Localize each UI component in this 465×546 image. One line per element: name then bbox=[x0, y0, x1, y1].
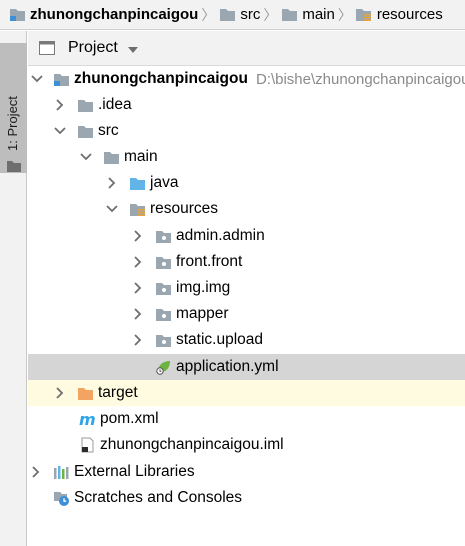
folder-icon bbox=[102, 149, 120, 165]
chevron-right-icon[interactable] bbox=[104, 175, 120, 191]
breadcrumb-separator: 〉 bbox=[263, 6, 278, 23]
tree-node-label: .idea bbox=[98, 96, 132, 113]
tree-node-label: External Libraries bbox=[74, 463, 195, 480]
maven-icon: m bbox=[78, 411, 96, 427]
svg-text:m: m bbox=[79, 412, 96, 427]
tree-node-label: img.img bbox=[176, 279, 231, 296]
tool-window-stripe: 1: Project bbox=[0, 31, 27, 546]
tree-node-label: resources bbox=[150, 200, 219, 217]
tree-node-label: mapper bbox=[176, 305, 229, 322]
chevron-right-icon[interactable] bbox=[52, 385, 68, 401]
breadcrumb-item-project[interactable]: zhunongchanpincaigou bbox=[8, 0, 199, 29]
tree-node-scratches[interactable]: Scratches and Consoles bbox=[28, 485, 465, 511]
breadcrumb-separator: 〉 bbox=[201, 6, 216, 23]
chevron-right-icon[interactable] bbox=[130, 254, 146, 270]
folder-icon bbox=[218, 7, 236, 23]
tree-node-path: D:\bishe\zhunongchanpincaigou bbox=[255, 70, 465, 88]
tree-node-resources[interactable]: resources bbox=[28, 196, 465, 222]
chevron-right-icon[interactable] bbox=[130, 280, 146, 296]
chevron-down-icon[interactable] bbox=[78, 149, 94, 165]
tree-node-label: java bbox=[150, 174, 179, 191]
package-folder-icon bbox=[154, 306, 172, 322]
chevron-right-icon[interactable] bbox=[28, 464, 44, 480]
tree-node-label: pom.xml bbox=[100, 410, 159, 427]
tree-node-img[interactable]: img.img bbox=[28, 275, 465, 301]
folder-icon bbox=[76, 123, 94, 139]
package-folder-icon bbox=[154, 332, 172, 348]
breadcrumb-item-resources[interactable]: resources bbox=[355, 0, 443, 29]
breadcrumb-label: main bbox=[302, 6, 335, 23]
project-panel-title[interactable]: Project bbox=[68, 39, 118, 57]
project-panel-header: Project bbox=[28, 31, 465, 66]
tree-node-main[interactable]: main bbox=[28, 144, 465, 170]
excluded-folder-icon bbox=[76, 385, 94, 401]
chevron-down-icon[interactable] bbox=[31, 71, 43, 87]
module-file-icon bbox=[78, 437, 96, 453]
breadcrumb-label: resources bbox=[376, 6, 443, 23]
tree-node-mapper[interactable]: mapper bbox=[28, 301, 465, 327]
resources-folder-icon bbox=[128, 201, 146, 217]
tree-node-label: src bbox=[98, 122, 119, 139]
breadcrumb-separator: 〉 bbox=[337, 6, 352, 23]
chevron-right-icon[interactable] bbox=[52, 97, 68, 113]
chevron-down-icon[interactable] bbox=[52, 123, 68, 139]
tree-node-label: static.upload bbox=[176, 331, 264, 348]
tree-node-idea[interactable]: .idea bbox=[28, 92, 465, 118]
tree-node-static[interactable]: static.upload bbox=[28, 327, 465, 353]
project-tool-label: 1: Project bbox=[5, 96, 20, 151]
tree-node-label: zhunongchanpincaigou.iml bbox=[100, 436, 284, 453]
breadcrumb-label: src bbox=[240, 6, 261, 23]
tree-node-label: target bbox=[98, 384, 138, 401]
tree-node-src[interactable]: src bbox=[28, 118, 465, 144]
folder-icon bbox=[76, 97, 94, 113]
tree-node-application-yml[interactable]: application.yml bbox=[28, 354, 465, 380]
chevron-right-icon[interactable] bbox=[130, 228, 146, 244]
package-folder-icon bbox=[154, 228, 172, 244]
folder-icon bbox=[280, 7, 298, 23]
module-folder-icon bbox=[53, 71, 70, 87]
tree-node-target[interactable]: target bbox=[28, 380, 465, 406]
tree-node-external-libraries[interactable]: External Libraries bbox=[28, 459, 465, 485]
tree-node-admin[interactable]: admin.admin bbox=[28, 223, 465, 249]
chevron-down-icon[interactable] bbox=[127, 40, 138, 57]
tree-node-java[interactable]: java bbox=[28, 170, 465, 196]
resources-folder-icon bbox=[355, 7, 373, 23]
breadcrumb-item-main[interactable]: main bbox=[280, 0, 335, 29]
source-folder-icon bbox=[128, 175, 146, 191]
navigation-bar: zhunongchanpincaigou 〉 src 〉 main 〉 reso… bbox=[0, 0, 465, 30]
library-icon bbox=[52, 464, 70, 480]
project-folder-icon bbox=[7, 159, 21, 176]
chevron-right-icon[interactable] bbox=[130, 332, 146, 348]
project-tool-button[interactable]: 1: Project bbox=[0, 43, 27, 173]
package-folder-icon bbox=[154, 280, 172, 296]
spring-config-icon bbox=[154, 359, 172, 375]
breadcrumb-label: zhunongchanpincaigou bbox=[30, 6, 199, 23]
tree-node-label: Scratches and Consoles bbox=[74, 489, 243, 506]
chevron-right-icon[interactable] bbox=[130, 306, 146, 322]
tree-node-root[interactable]: zhunongchanpincaigou D:\bishe\zhunongcha… bbox=[28, 66, 465, 92]
tree-node-label: admin.admin bbox=[176, 227, 265, 244]
scratches-icon bbox=[52, 490, 70, 506]
project-view-icon bbox=[38, 40, 56, 56]
tree-node-front[interactable]: front.front bbox=[28, 249, 465, 275]
tree-node-pom[interactable]: m pom.xml bbox=[28, 406, 465, 432]
tree-node-label: zhunongchanpincaigou bbox=[74, 70, 248, 87]
tree-node-label: application.yml bbox=[176, 358, 279, 375]
tree-node-iml[interactable]: zhunongchanpincaigou.iml bbox=[28, 432, 465, 458]
package-folder-icon bbox=[154, 254, 172, 270]
tree-node-label: front.front bbox=[176, 253, 243, 270]
module-folder-icon bbox=[8, 7, 26, 23]
breadcrumb-item-src[interactable]: src bbox=[218, 0, 261, 29]
tree-node-label: main bbox=[124, 148, 158, 165]
chevron-down-icon[interactable] bbox=[104, 201, 120, 217]
